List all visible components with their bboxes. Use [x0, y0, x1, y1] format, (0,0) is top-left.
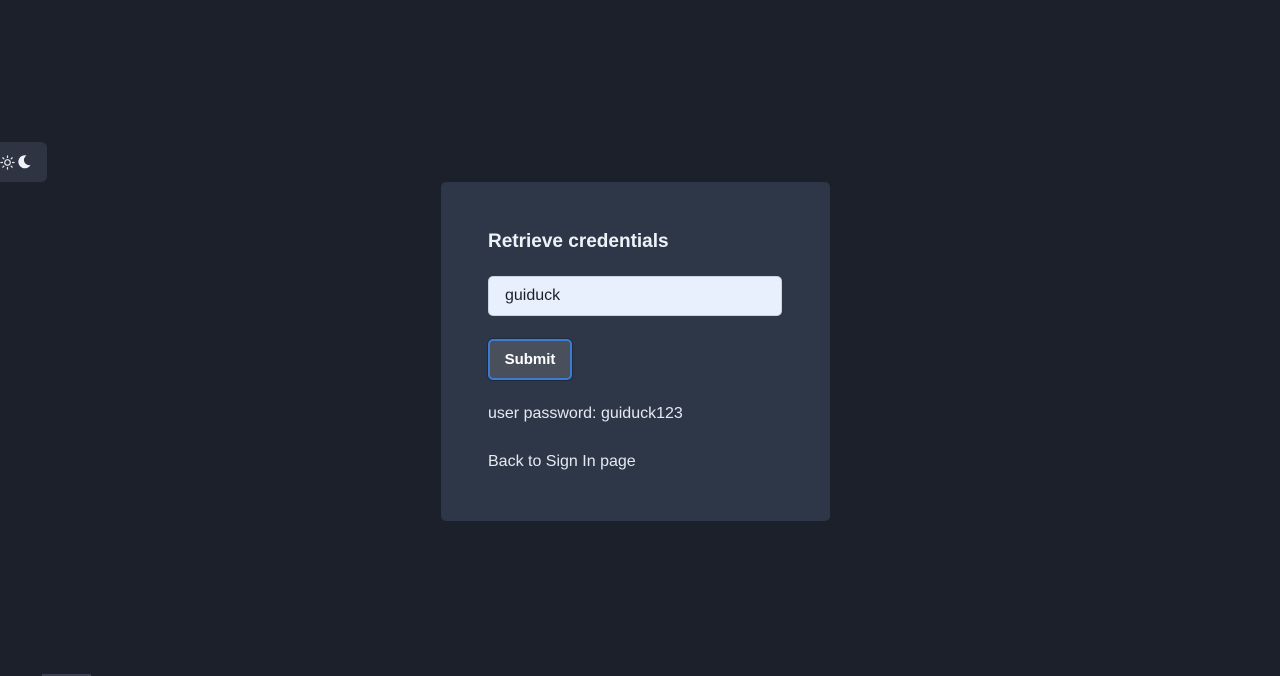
moon-icon [16, 154, 32, 170]
username-input[interactable] [488, 276, 782, 316]
retrieve-credentials-card: Retrieve credentials Submit user passwor… [441, 182, 830, 521]
password-result-text: user password: guiduck123 [488, 405, 683, 422]
theme-toggle-button[interactable] [0, 142, 47, 182]
page: Retrieve credentials Submit user passwor… [0, 0, 1280, 676]
sun-icon [0, 154, 15, 170]
back-to-sign-in-link[interactable]: Back to Sign In page [488, 453, 636, 471]
submit-button[interactable]: Submit [488, 339, 572, 380]
page-title: Retrieve credentials [488, 231, 669, 252]
